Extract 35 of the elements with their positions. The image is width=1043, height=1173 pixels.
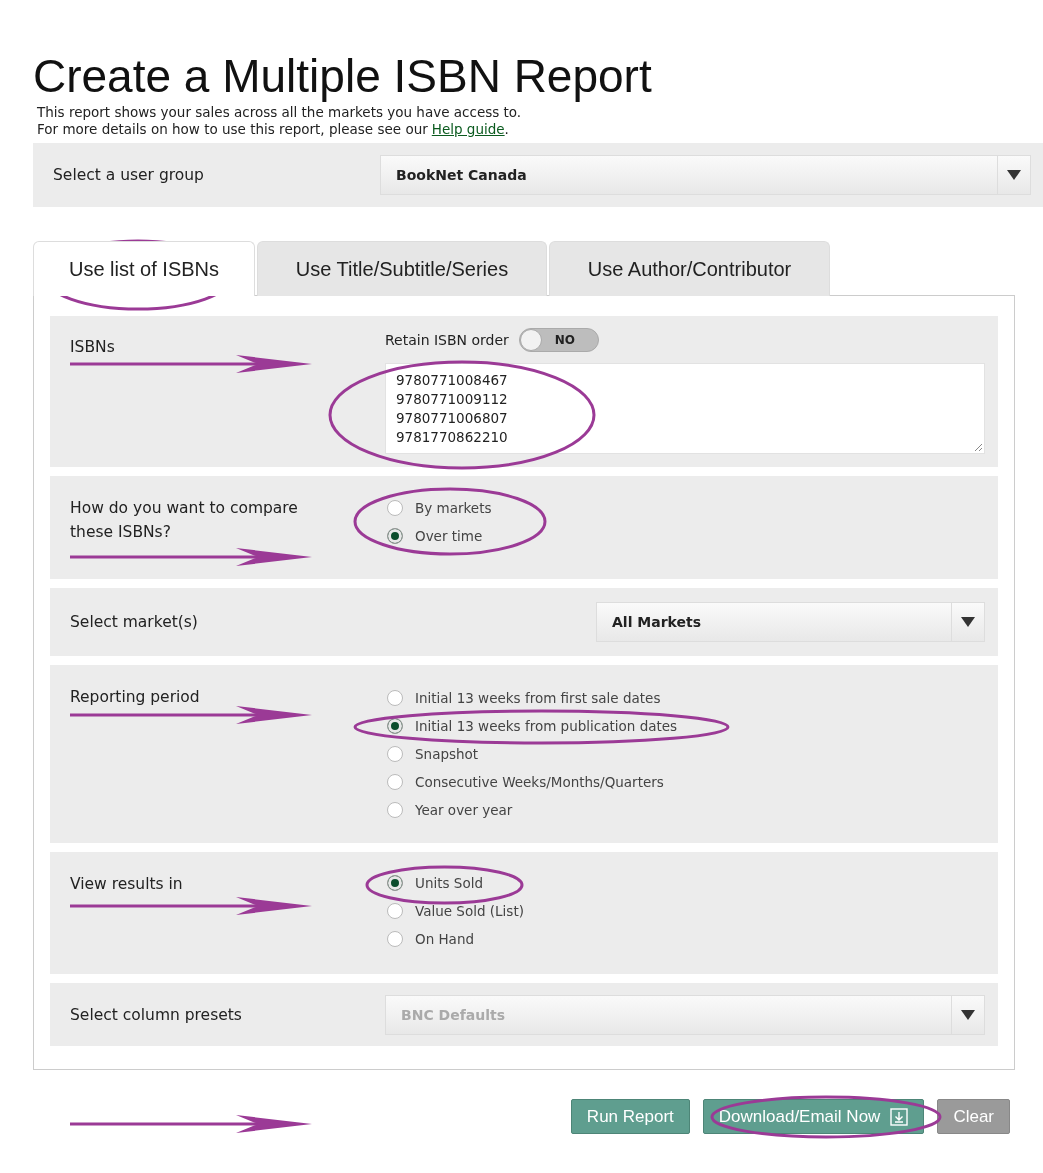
intro-line: For more details on how to use this report, please see our: [37, 121, 428, 137]
dropdown-select[interactable]: All Markets: [596, 602, 985, 642]
radio-option[interactable]: Value Sold (List): [385, 897, 985, 925]
help-guide-link[interactable]: Help guide: [431, 121, 505, 137]
field-label: Select column presets: [70, 1005, 242, 1024]
tab[interactable]: Use list of ISBNs: [33, 241, 255, 296]
download-icon: [890, 1107, 909, 1126]
isbn-textarea[interactable]: 9780771008467 9780771009112 9780771006807 9781770862210: [385, 363, 985, 454]
field-label: How do you want to compare these ISBNs?: [70, 498, 299, 543]
intro-line: This report shows your sales across all the markets you have access to.: [37, 104, 523, 121]
toggle-switch[interactable]: NO: [518, 328, 599, 352]
radio-option[interactable]: Initial 13 weeks from publication dates: [385, 712, 985, 740]
tab[interactable]: Use Author/Contributor: [549, 241, 830, 296]
field-label: View results in: [70, 875, 183, 893]
page-title: Create a Multiple ISBN Report: [33, 49, 653, 104]
radio-option[interactable]: Snapshot: [385, 740, 985, 768]
user-group-select[interactable]: BookNet Canada: [380, 155, 1031, 195]
resize-grip-icon: [974, 443, 982, 451]
field-label: Select a user group: [53, 166, 205, 184]
caret-icon: [1007, 170, 1021, 180]
field-label: Reporting period: [70, 688, 200, 706]
radio-option[interactable]: By markets: [385, 494, 985, 522]
period-text: .: [504, 121, 509, 137]
caret-icon: [961, 1009, 975, 1020]
radio-option[interactable]: Units Sold: [385, 869, 985, 897]
toggle-label: Retain ISBN order: [385, 332, 509, 348]
radio-option[interactable]: Year over year: [385, 796, 985, 824]
radio-option[interactable]: Initial 13 weeks from first sale dates: [385, 684, 985, 712]
tab[interactable]: Use Title/Subtitle/Series: [257, 241, 547, 296]
field-label: Select market(s): [70, 613, 198, 631]
radio-option[interactable]: On Hand: [385, 925, 985, 953]
radio-option[interactable]: Consecutive Weeks/Months/Quarters: [385, 768, 985, 796]
caret-icon: [961, 617, 975, 627]
field-label: ISBNs: [70, 338, 115, 356]
radio-option[interactable]: Over time: [385, 522, 985, 550]
